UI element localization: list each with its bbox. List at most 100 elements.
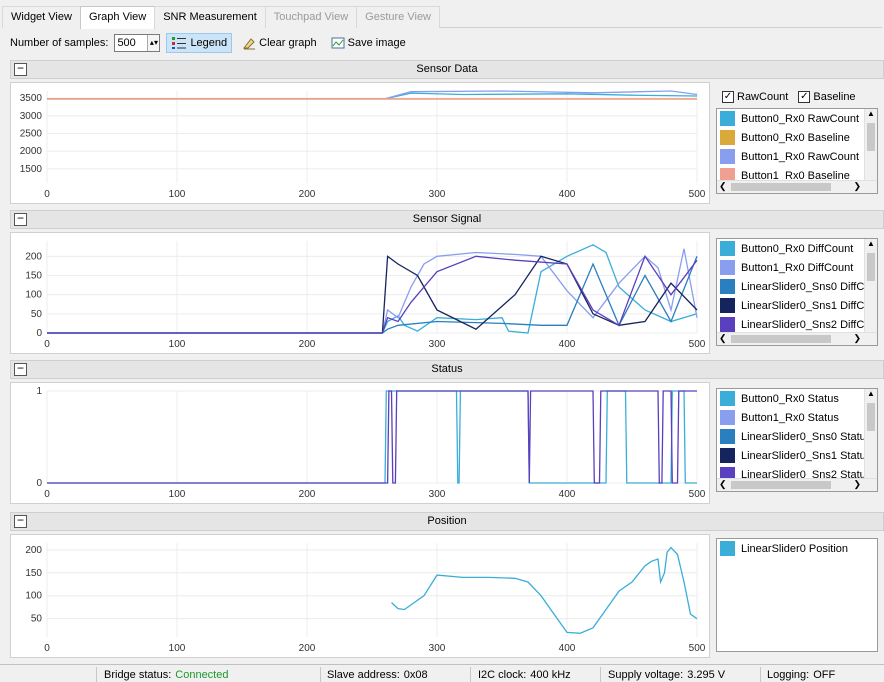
tab-graph-view[interactable]: Graph View: [79, 6, 156, 29]
scroll-left-icon[interactable]: ❮: [719, 333, 727, 344]
legend-label: Button1_Rx0 Status: [741, 411, 839, 424]
scroll-thumb[interactable]: [731, 481, 831, 489]
sensor-data-legend[interactable]: Button0_Rx0 RawCount Button0_Rx0 Baseline…: [716, 108, 878, 194]
samples-input[interactable]: [115, 35, 148, 51]
samples-stepper[interactable]: ▴▾: [114, 34, 161, 52]
bridge-status-value: Connected: [175, 669, 229, 681]
sensor-data-plot: 0 100 200 300 400 500 3500 3000 2500 2000 1500: [10, 82, 710, 204]
y-tick-label: 200: [25, 251, 42, 262]
clear-graph-button[interactable]: Clear graph: [238, 33, 320, 53]
legend-label: LinearSlider0_Sns2 DiffCount: [741, 318, 878, 331]
legend-item[interactable]: LinearSlider0_Sns0 DiffCount: [717, 277, 877, 296]
series-line: [47, 244, 698, 334]
x-tick-label: 200: [299, 189, 316, 200]
legend-label: Button0_Rx0 RawCount: [741, 112, 860, 125]
status-bar: Bridge status: Connected Slave address: 0x…: [0, 664, 884, 682]
legend-item[interactable]: Button0_Rx0 Baseline: [717, 128, 877, 147]
baseline-checkbox[interactable]: ✓ Baseline: [798, 91, 856, 103]
legend-swatch: [720, 541, 735, 556]
separator: [96, 667, 97, 682]
vertical-scrollbar[interactable]: ▲: [864, 239, 877, 332]
legend-label: LinearSlider0_Sns0 DiffCount: [741, 280, 878, 293]
legend-item[interactable]: LinearSlider0 Position: [717, 539, 877, 558]
chart-svg: 0 100 200 300 400 500 1 0: [36, 386, 706, 500]
x-tick-label: 400: [559, 643, 576, 654]
legend-item[interactable]: Button0_Rx0 Status: [717, 389, 877, 408]
collapse-icon[interactable]: −: [14, 62, 27, 76]
scroll-thumb[interactable]: [867, 253, 875, 281]
x-tick-label: 200: [299, 489, 316, 500]
legend-button[interactable]: Legend: [166, 33, 233, 53]
scroll-thumb[interactable]: [731, 183, 831, 191]
i2c-clock-label: I2C clock:: [478, 669, 527, 681]
scroll-thumb[interactable]: [731, 335, 831, 343]
y-tick-label: 1: [36, 386, 42, 397]
status-legend[interactable]: Button0_Rx0 Status Button1_Rx0 Status Line…: [716, 388, 878, 492]
sensor-signal-legend[interactable]: Button0_Rx0 DiffCount Button1_Rx0 DiffCou…: [716, 238, 878, 346]
y-tick-label: 150: [25, 271, 42, 282]
legend-label: LinearSlider0_Sns1 Status: [741, 449, 872, 462]
legend-label: Button1_Rx0 RawCount: [741, 150, 860, 163]
tab-snr-measurement[interactable]: SNR Measurement: [154, 6, 266, 28]
position-legend[interactable]: LinearSlider0 Position: [716, 538, 878, 652]
slave-address-label: Slave address:: [327, 669, 400, 681]
collapse-icon[interactable]: −: [14, 212, 27, 226]
stepper-arrows-icon[interactable]: ▴▾: [147, 35, 160, 51]
scroll-left-icon[interactable]: ❮: [719, 181, 727, 192]
bridge-status: Bridge status: Connected: [104, 669, 228, 681]
horizontal-scrollbar[interactable]: ❮ ❯: [717, 478, 877, 491]
horizontal-scrollbar[interactable]: ❮ ❯: [717, 332, 877, 345]
legend-item[interactable]: LinearSlider0_Sns0 Status: [717, 427, 877, 446]
save-image-button[interactable]: Save image: [327, 33, 410, 53]
y-tick-label: 100: [25, 591, 42, 602]
legend-swatch: [720, 391, 735, 406]
y-tick-label: 3500: [20, 93, 43, 104]
samples-label: Number of samples:: [10, 37, 109, 49]
x-tick-label: 500: [689, 489, 706, 500]
legend-swatch: [720, 448, 735, 463]
legend-item[interactable]: Button1_Rx0 RawCount: [717, 147, 877, 166]
rawcount-checkbox[interactable]: ✓ RawCount: [722, 91, 788, 103]
legend-swatch: [720, 130, 735, 145]
vertical-scrollbar[interactable]: ▲: [864, 389, 877, 478]
graph-toolbar: Number of samples: ▴▾ Legend Clear graph…: [10, 31, 410, 55]
bridge-status-label: Bridge status:: [104, 669, 172, 681]
y-tick-label: 0: [36, 478, 42, 489]
y-tick-label: 2000: [20, 146, 43, 157]
position-title: Position: [427, 515, 467, 527]
collapse-icon[interactable]: −: [14, 514, 27, 528]
y-tick-label: 1500: [20, 164, 43, 175]
scroll-up-icon[interactable]: ▲: [865, 239, 877, 251]
i2c-clock-value: 400 kHz: [530, 669, 571, 681]
sensor-signal-header: − Sensor Signal: [10, 210, 884, 229]
legend-item[interactable]: LinearSlider0_Sns1 DiffCount: [717, 296, 877, 315]
legend-item[interactable]: Button1_Rx0 Status: [717, 408, 877, 427]
legend-label: Button0_Rx0 DiffCount: [741, 242, 854, 255]
scroll-left-icon[interactable]: ❮: [719, 479, 727, 490]
legend-item[interactable]: LinearSlider0_Sns1 Status: [717, 446, 877, 465]
collapse-icon[interactable]: −: [14, 362, 27, 376]
scroll-right-icon[interactable]: ❯: [853, 181, 861, 192]
x-tick-label: 100: [169, 643, 186, 654]
sensor-signal-title: Sensor Signal: [412, 213, 482, 225]
horizontal-scrollbar[interactable]: ❮ ❯: [717, 180, 877, 193]
scroll-thumb[interactable]: [867, 403, 875, 431]
scroll-thumb[interactable]: [867, 123, 875, 151]
logging-value: OFF: [813, 669, 836, 681]
clear-graph-label: Clear graph: [259, 37, 317, 49]
scroll-right-icon[interactable]: ❯: [853, 333, 861, 344]
slave-address-value: 0x08: [403, 669, 428, 681]
legend-item[interactable]: Button0_Rx0 RawCount: [717, 109, 877, 128]
x-tick-label: 100: [169, 189, 186, 200]
x-tick-label: 300: [429, 189, 446, 200]
scroll-up-icon[interactable]: ▲: [865, 389, 877, 401]
separator: [760, 667, 761, 682]
scroll-right-icon[interactable]: ❯: [853, 479, 861, 490]
legend-item[interactable]: Button1_Rx0 DiffCount: [717, 258, 877, 277]
tab-bar: Widget View Graph View SNR Measurement T…: [2, 6, 882, 29]
tab-widget-view[interactable]: Widget View: [2, 6, 81, 28]
legend-item[interactable]: Button0_Rx0 DiffCount: [717, 239, 877, 258]
vertical-scrollbar[interactable]: ▲: [864, 109, 877, 180]
y-tick-label: 50: [31, 309, 43, 320]
scroll-up-icon[interactable]: ▲: [865, 109, 877, 121]
